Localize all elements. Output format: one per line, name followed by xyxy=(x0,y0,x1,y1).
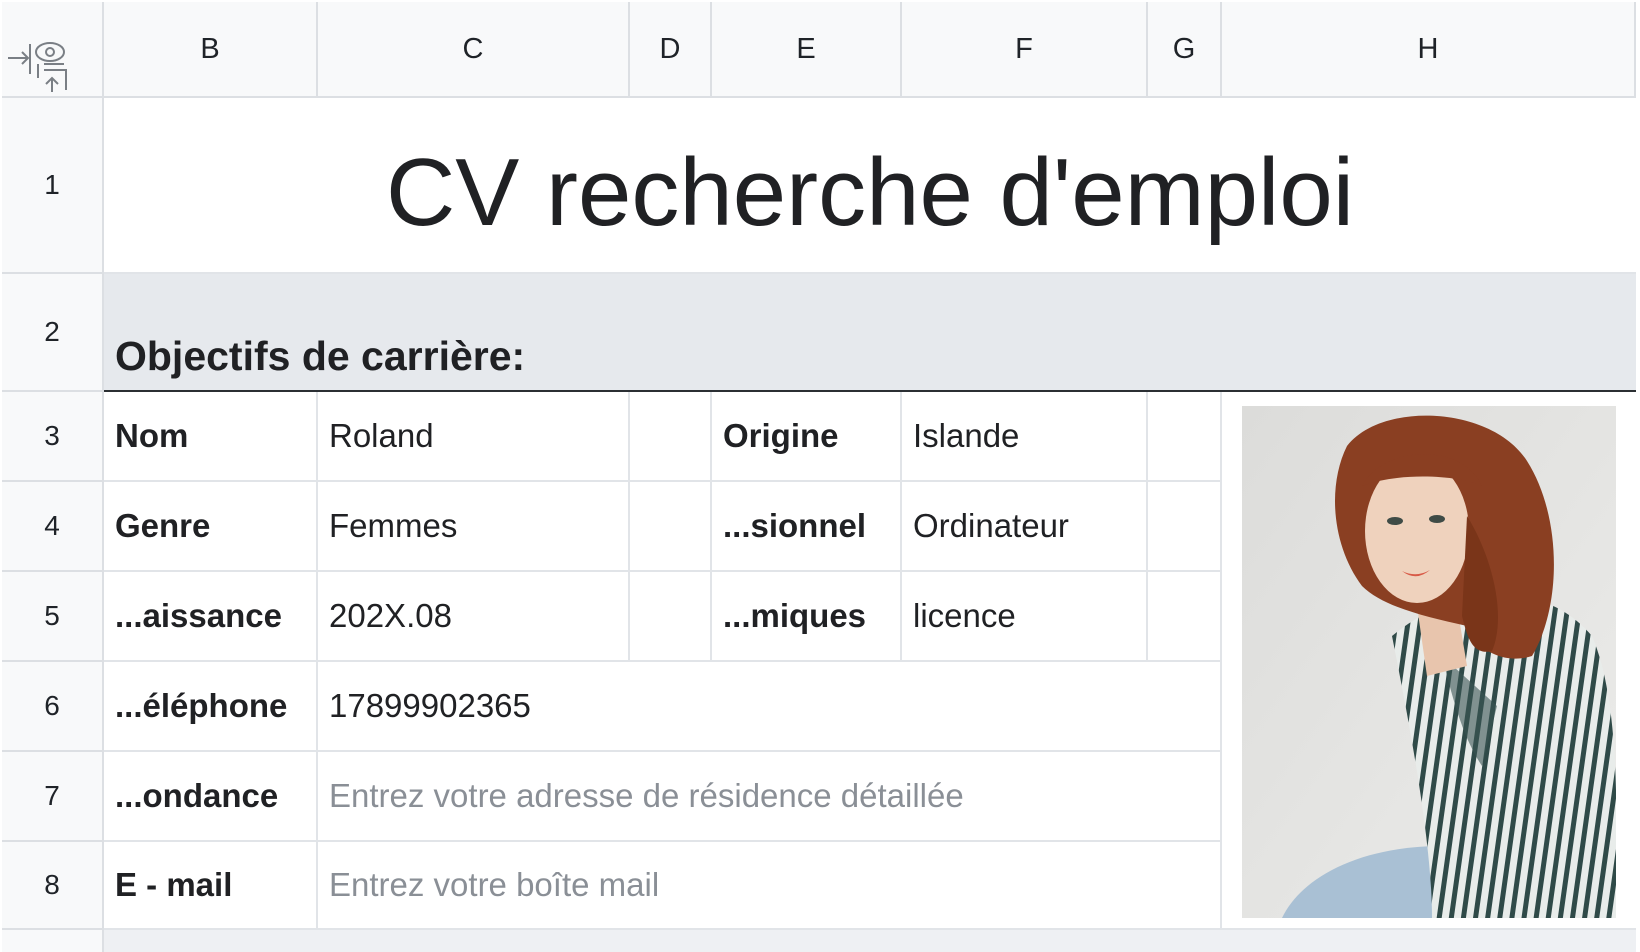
empty-cell-g5[interactable] xyxy=(1148,572,1222,662)
row-header-8[interactable]: 8 xyxy=(2,842,104,930)
value-birthdate[interactable]: 202X.08 xyxy=(318,572,630,662)
column-header-f[interactable]: F xyxy=(902,2,1148,98)
row-header-partial xyxy=(2,930,104,952)
profile-photo-illustration xyxy=(1242,406,1616,918)
row-header-2[interactable]: 2 xyxy=(2,274,104,392)
value-name[interactable]: Roland xyxy=(318,392,630,482)
profile-photo[interactable] xyxy=(1242,406,1616,918)
column-header-c[interactable]: C xyxy=(318,2,630,98)
value-education[interactable]: licence xyxy=(902,572,1148,662)
photo-cell[interactable] xyxy=(1222,392,1636,930)
row-header-5[interactable]: 5 xyxy=(2,572,104,662)
empty-cell-g4[interactable] xyxy=(1148,482,1222,572)
label-name[interactable]: Nom xyxy=(104,392,318,482)
row-header-3[interactable]: 3 xyxy=(2,392,104,482)
row-header-4[interactable]: 4 xyxy=(2,482,104,572)
empty-cell-g3[interactable] xyxy=(1148,392,1222,482)
value-address[interactable]: Entrez votre adresse de résidence détail… xyxy=(318,752,1222,842)
label-address[interactable]: ...ondance xyxy=(104,752,318,842)
column-header-g[interactable]: G xyxy=(1148,2,1222,98)
freeze-panes-icon[interactable] xyxy=(6,34,80,98)
empty-cell-d3[interactable] xyxy=(630,392,712,482)
value-email[interactable]: Entrez votre boîte mail xyxy=(318,842,1222,930)
value-gender[interactable]: Femmes xyxy=(318,482,630,572)
label-profession[interactable]: ...sionnel xyxy=(712,482,902,572)
value-profession[interactable]: Ordinateur xyxy=(902,482,1148,572)
row-header-6[interactable]: 6 xyxy=(2,662,104,752)
column-header-b[interactable]: B xyxy=(104,2,318,98)
column-header-d[interactable]: D xyxy=(630,2,712,98)
row-9-partial xyxy=(104,930,1636,952)
select-all-corner[interactable] xyxy=(2,2,104,98)
column-header-e[interactable]: E xyxy=(712,2,902,98)
label-gender[interactable]: Genre xyxy=(104,482,318,572)
label-phone[interactable]: ...éléphone xyxy=(104,662,318,752)
empty-cell-d5[interactable] xyxy=(630,572,712,662)
resume-title[interactable]: CV recherche d'emploi xyxy=(104,98,1636,274)
empty-cell-d4[interactable] xyxy=(630,482,712,572)
column-header-h[interactable]: H xyxy=(1222,2,1636,98)
career-objectives-heading[interactable]: Objectifs de carrière: xyxy=(104,274,1636,392)
label-email[interactable]: E - mail xyxy=(104,842,318,930)
label-education[interactable]: ...miques xyxy=(712,572,902,662)
label-origin[interactable]: Origine xyxy=(712,392,902,482)
row-header-1[interactable]: 1 xyxy=(2,98,104,274)
value-origin[interactable]: Islande xyxy=(902,392,1148,482)
row-header-7[interactable]: 7 xyxy=(2,752,104,842)
label-birthdate[interactable]: ...aissance xyxy=(104,572,318,662)
spreadsheet: B C D E F G H 1 2 3 4 5 6 7 8 CV recherc… xyxy=(0,0,1640,952)
value-phone[interactable]: 17899902365 xyxy=(318,662,1222,752)
